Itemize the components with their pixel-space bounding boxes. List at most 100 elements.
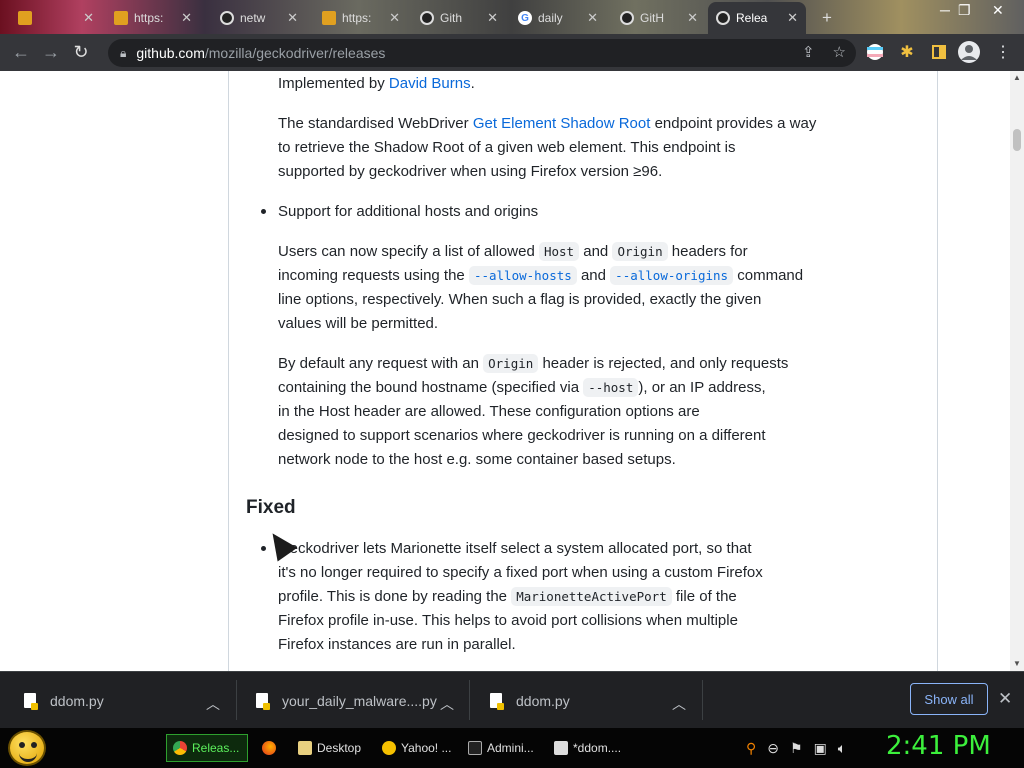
scroll-thumb[interactable]: [1013, 129, 1021, 151]
github-icon: [420, 11, 434, 25]
tab[interactable]: ✕: [10, 4, 102, 32]
tab[interactable]: Gith ✕: [412, 4, 506, 32]
profile-avatar-icon[interactable]: [958, 41, 980, 63]
flag-icon[interactable]: ⚑: [790, 740, 803, 757]
bookmark-icon: [18, 11, 32, 25]
download-bar: ddom.py ︿ your_daily_malware....py ︿ ddo…: [0, 671, 1024, 728]
download-filename: ddom.py: [516, 692, 570, 709]
extensions-puzzle-icon[interactable]: ✱: [896, 41, 918, 63]
close-icon[interactable]: ✕: [687, 10, 698, 26]
tab-label: Relea: [736, 11, 768, 25]
chevron-up-icon[interactable]: ︿: [672, 694, 686, 714]
tab[interactable]: netw ✕: [212, 4, 306, 32]
list-item: Support for additional hosts and origins: [278, 203, 539, 220]
back-arrow-icon[interactable]: ←: [6, 38, 36, 68]
code-host: Host: [538, 242, 580, 261]
menu-kebab-icon[interactable]: ⋮: [992, 41, 1014, 63]
download-item[interactable]: your_daily_malware....py: [256, 672, 437, 729]
section-heading-fixed: Fixed: [246, 497, 296, 518]
close-icon[interactable]: ✕: [83, 10, 94, 26]
paragraph-shadow-root: The standardised WebDriver Get Element S…: [278, 115, 817, 180]
close-icon[interactable]: ✕: [287, 10, 298, 26]
url-domain: github.com: [136, 45, 205, 61]
close-window-button[interactable]: ✕: [992, 0, 1004, 20]
github-icon: [716, 11, 730, 25]
close-icon[interactable]: ✕: [181, 10, 192, 26]
taskbar-button-firefox[interactable]: [256, 734, 286, 762]
address-bar[interactable]: 🔒︎ github.com /mozilla/geckodriver/relea…: [108, 39, 856, 67]
page-scrollbar[interactable]: ▲ ▼: [1010, 71, 1024, 671]
url-path: /mozilla/geckodriver/releases: [204, 45, 386, 61]
tab[interactable]: G daily ✕: [510, 4, 606, 32]
code-origin: Origin: [612, 242, 668, 261]
taskbar-button-admin-console[interactable]: Admini...: [462, 734, 544, 762]
tab-active[interactable]: Relea ✕: [708, 2, 806, 34]
tab[interactable]: GitH ✕: [612, 4, 706, 32]
shadow-root-link[interactable]: Get Element Shadow Root: [473, 115, 651, 132]
taskbar-button-chrome[interactable]: Releas...: [166, 734, 248, 762]
tab[interactable]: https: ✕: [314, 4, 408, 32]
minus-circle-icon[interactable]: ⊖: [767, 740, 779, 757]
desktop-icon: [298, 741, 312, 755]
taskbar-button-desktop[interactable]: Desktop: [292, 734, 370, 762]
chevron-up-icon[interactable]: ︿: [206, 694, 220, 714]
python-file-icon: [490, 693, 504, 710]
scroll-down-icon[interactable]: ▼: [1013, 659, 1021, 668]
paragraph-marionette-port: Geckodriver lets Marionette itself selec…: [278, 540, 763, 653]
plus-icon: +: [822, 8, 832, 27]
tab-label: GitH: [640, 11, 664, 25]
tab-label: https:: [342, 11, 372, 25]
github-icon: [220, 11, 234, 25]
scroll-up-icon[interactable]: ▲: [1013, 73, 1021, 82]
bookmark-star-icon[interactable]: ☆: [833, 43, 846, 61]
page-icon: [114, 11, 128, 25]
code-marionette-port: MarionetteActivePort: [511, 587, 672, 606]
close-icon[interactable]: ✕: [389, 10, 400, 26]
list-bullet: [261, 546, 266, 551]
firefox-icon: [262, 741, 276, 755]
paragraph-implemented-by: Implemented by David Burns.: [278, 75, 475, 92]
start-button-smiley-icon[interactable]: [8, 730, 46, 766]
python-file-icon: [24, 693, 38, 710]
restore-button[interactable]: ❐: [958, 0, 971, 20]
tab[interactable]: https: ✕: [106, 4, 200, 32]
tab-label: daily: [538, 11, 563, 25]
minimize-button[interactable]: ─: [940, 0, 950, 20]
taskbar-button-yahoo[interactable]: Yahoo! ...: [376, 734, 460, 762]
list-bullet: [261, 209, 266, 214]
share-icon[interactable]: ⇪: [802, 43, 815, 61]
tab-label: netw: [240, 11, 266, 25]
reload-icon[interactable]: ↻: [66, 38, 96, 68]
taskbar-clock[interactable]: 2:41 PM: [886, 731, 991, 761]
volume-icon[interactable]: 🔈︎: [838, 740, 846, 757]
sidebar-toggle-icon[interactable]: [928, 41, 950, 63]
close-icon[interactable]: ✕: [487, 10, 498, 26]
search-icon[interactable]: ⚲: [746, 740, 756, 757]
code-host-flag: --host: [583, 378, 639, 397]
network-icon[interactable]: ▣: [814, 740, 827, 757]
close-download-bar-icon[interactable]: ✕: [998, 689, 1012, 709]
chevron-up-icon[interactable]: ︿: [440, 694, 454, 714]
code-allow-origins-link[interactable]: --allow-origins: [610, 266, 734, 285]
code-allow-hosts-link[interactable]: --allow-hosts: [468, 266, 577, 285]
chrome-icon: [173, 741, 187, 755]
show-all-button[interactable]: Show all: [910, 683, 988, 715]
page-icon: [322, 11, 336, 25]
new-tab-button[interactable]: +: [814, 4, 840, 32]
close-icon[interactable]: ✕: [787, 10, 798, 26]
system-tray: ⚲ ⊖ ⚑ ▣ 🔈︎: [746, 740, 846, 757]
tab-label: https:: [134, 11, 164, 25]
taskbar-button-editor[interactable]: *ddom....: [548, 734, 632, 762]
close-icon[interactable]: ✕: [587, 10, 598, 26]
paragraph-default-origin: By default any request with an Origin he…: [278, 354, 789, 468]
author-link[interactable]: David Burns: [389, 75, 471, 92]
extension-flag-icon[interactable]: [864, 41, 886, 63]
paragraph-allowed-hosts: Users can now specify a list of allowed …: [278, 242, 804, 332]
yahoo-smiley-icon: [382, 741, 396, 755]
notepad-icon: [554, 741, 568, 755]
download-item[interactable]: ddom.py: [490, 672, 570, 729]
google-icon: G: [518, 11, 532, 25]
download-item[interactable]: ddom.py: [24, 672, 104, 729]
forward-arrow-icon[interactable]: →: [36, 38, 66, 68]
python-file-icon: [256, 693, 270, 710]
